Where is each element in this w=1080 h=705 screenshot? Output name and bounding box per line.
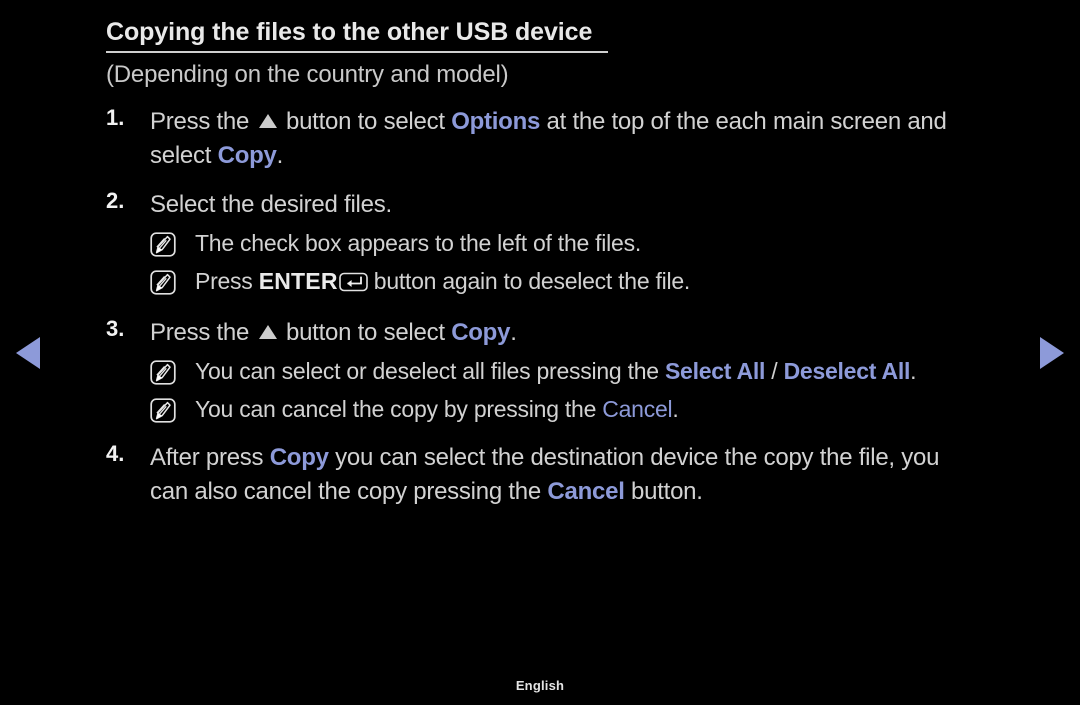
step-text-part: can also cancel the copy pressing the (150, 478, 541, 505)
step-number: 1. (106, 105, 125, 130)
enter-key-label: ENTER (258, 268, 338, 294)
note-text-part: Press (195, 268, 253, 294)
step-item-2: 2. Select the desired files. The check b… (106, 188, 1026, 301)
triangle-left-icon[interactable] (16, 337, 40, 369)
notes-list: You can select or deselect all files pre… (106, 355, 1026, 426)
step-text-part: button. (631, 478, 703, 505)
step-text: After press Copy you can select the dest… (150, 441, 1026, 509)
cancel-button-reference[interactable]: Cancel (602, 396, 672, 422)
step-text-part: Press the (150, 108, 250, 135)
copy-menu-reference[interactable]: Copy (451, 319, 510, 346)
up-triangle-icon (258, 114, 277, 128)
page-content: Copying the files to the other USB devic… (106, 0, 1026, 509)
page-title: Copying the files to the other USB devic… (106, 0, 608, 53)
manual-page-screen: Copying the files to the other USB devic… (0, 0, 1080, 705)
step-text: Press the button to select Options at th… (150, 105, 1026, 173)
step-number: 3. (106, 316, 125, 341)
separator: / (771, 358, 778, 384)
step-item-3: 3. Press the button to select Copy. You … (106, 316, 1026, 426)
step-text: Select the desired files. (150, 191, 392, 218)
step-text-part: . (510, 319, 517, 346)
copy-menu-reference[interactable]: Copy (270, 444, 329, 471)
copy-menu-reference[interactable]: Copy (218, 142, 277, 169)
note-item: Press ENTER button again to deselect the… (150, 265, 1026, 301)
step-text-part: button to select (285, 108, 445, 135)
options-menu-reference[interactable]: Options (451, 108, 540, 135)
cancel-button-reference[interactable]: Cancel (547, 478, 624, 505)
note-text-part: . (910, 358, 917, 384)
note-text-part: You can select or deselect all files pre… (195, 358, 659, 384)
step-text-part: you can select the destination device th… (335, 444, 940, 471)
note-text-part: . (672, 396, 679, 422)
footer-language-label: English (515, 678, 565, 693)
up-triangle-icon (258, 325, 277, 339)
note-text-part: You can cancel the copy by pressing the (195, 396, 597, 422)
step-text-part: at the top of the each main screen and (546, 108, 947, 135)
note-pen-icon (150, 360, 176, 385)
note-pen-icon (150, 398, 176, 423)
note-item: The check box appears to the left of the… (150, 227, 1026, 260)
deselect-all-reference[interactable]: Deselect All (784, 358, 911, 384)
step-text-part: Press the (150, 319, 250, 346)
triangle-right-icon[interactable] (1040, 337, 1064, 369)
note-text: The check box appears to the left of the… (195, 230, 641, 256)
note-pen-icon (150, 232, 176, 257)
step-text-part: select (150, 142, 212, 169)
note-item: You can cancel the copy by pressing the … (150, 393, 1026, 426)
notes-list: The check box appears to the left of the… (106, 227, 1026, 301)
step-text: Press the button to select Copy. (150, 316, 1026, 350)
note-pen-icon (150, 270, 176, 295)
step-number: 4. (106, 441, 125, 466)
page-subtitle: (Depending on the country and model) (106, 61, 509, 88)
step-text-part: . (276, 142, 284, 169)
enter-return-icon (338, 268, 368, 301)
note-text-part: button again to deselect the file. (373, 268, 691, 294)
step-text-part: button to select (285, 319, 445, 346)
steps-list: 1. Press the button to select Options at… (106, 105, 1026, 509)
step-text-part: After press (150, 444, 264, 471)
step-item-1: 1. Press the button to select Options at… (106, 105, 1026, 173)
note-item: You can select or deselect all files pre… (150, 355, 1026, 388)
step-item-4: 4. After press Copy you can select the d… (106, 441, 1026, 509)
step-number: 2. (106, 188, 125, 213)
select-all-reference[interactable]: Select All (665, 358, 765, 384)
